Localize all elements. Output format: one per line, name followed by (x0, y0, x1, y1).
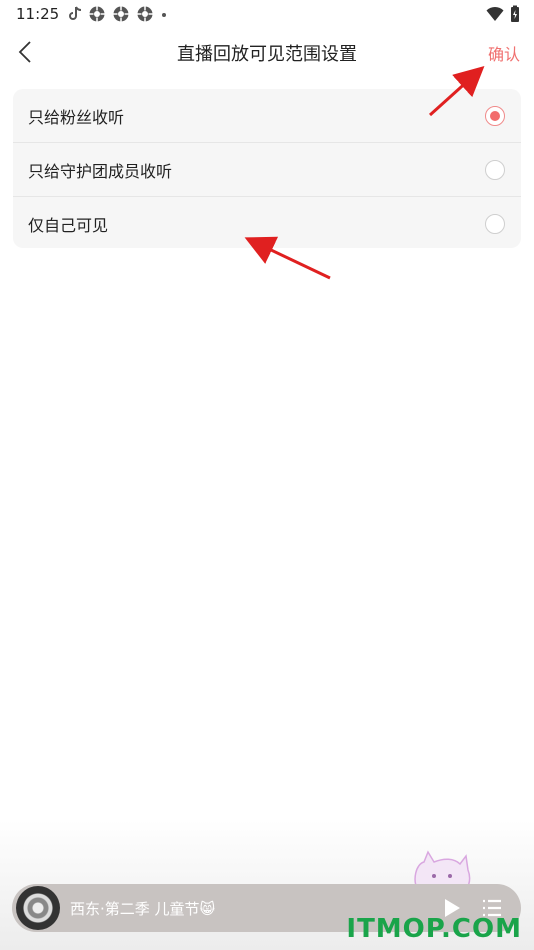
watermark: ITMOP.COM (346, 914, 522, 944)
option-fans-only[interactable]: 只给粉丝收听 (13, 89, 521, 143)
radio-button[interactable] (485, 159, 505, 180)
page-title: 直播回放可见范围设置 (177, 44, 357, 65)
battery-icon (511, 5, 519, 22)
radio-button-selected[interactable] (485, 105, 505, 126)
option-label: 只给守护团成员收听 (28, 161, 173, 181)
album-disc[interactable] (16, 886, 60, 930)
status-system-icons (486, 5, 520, 23)
wifi-icon (486, 6, 504, 21)
status-time: 11:25 (16, 5, 60, 23)
option-label: 只给粉丝收听 (28, 107, 125, 127)
option-guardians-only[interactable]: 只给守护团成员收听 (13, 143, 521, 197)
status-notification-icons (68, 5, 168, 23)
option-label: 仅自己可见 (28, 215, 109, 235)
radio-button[interactable] (485, 213, 505, 234)
dot-icon (162, 13, 166, 17)
confirm-button[interactable]: 确认 (488, 41, 520, 65)
aperture-icon (113, 6, 129, 22)
aperture-icon (137, 6, 153, 22)
player-track-title: 西东·第二季 儿童节😸 (70, 900, 216, 918)
top-bar: 直播回放可见范围设置 确认 (0, 30, 534, 74)
status-bar: 11:25 (0, 0, 534, 30)
option-self-only[interactable]: 仅自己可见 (13, 197, 521, 248)
tiktok-icon (69, 6, 82, 20)
aperture-icon (89, 6, 105, 22)
visibility-options-list: 只给粉丝收听 只给守护团成员收听 仅自己可见 (13, 89, 521, 248)
